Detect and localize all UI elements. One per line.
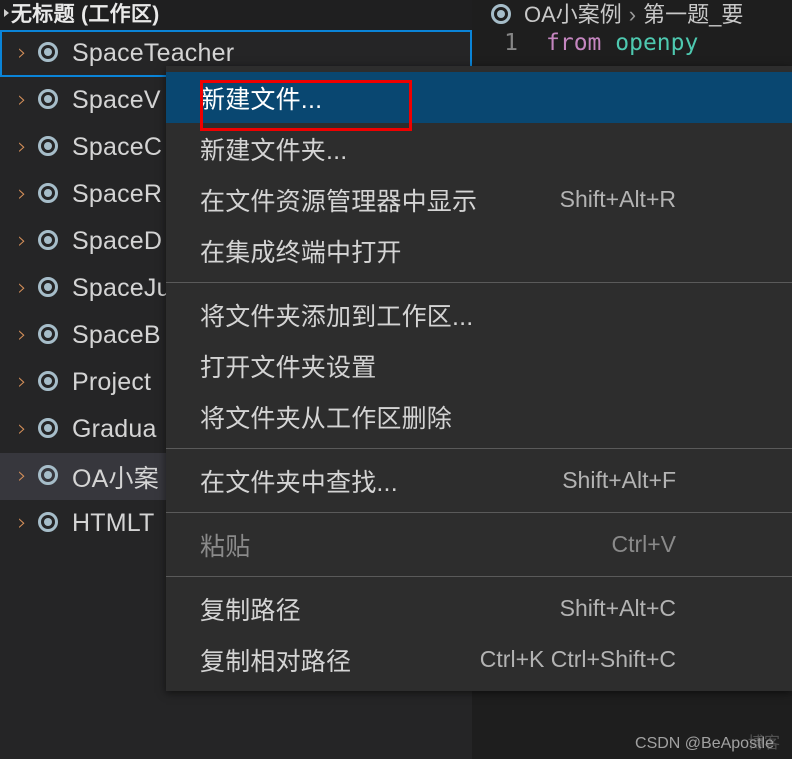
menu-item-label: 在文件资源管理器中显示: [200, 187, 478, 216]
tree-row-label: OA小案: [72, 464, 159, 493]
menu-item-shortcut: Shift+Alt+C: [559, 595, 676, 621]
code-token-module: openpy: [615, 30, 699, 56]
vscode-window: 无标题 (工作区) › SpaceTeacher › SpaceV › SpaceC › Sp…: [0, 0, 792, 759]
folder-context-menu[interactable]: 新建文件... 新建文件夹... 在文件资源管理器中显示 Shift+Alt+R 在集成…: [166, 66, 792, 691]
breadcrumb[interactable]: OA小案例 › 第一题_要: [472, 0, 743, 30]
tree-row-label: Gradua: [72, 415, 157, 443]
menu-item[interactable]: 将文件夹从工作区删除: [166, 391, 792, 442]
chevron-right-icon[interactable]: ›: [8, 89, 36, 112]
menu-item-label: 将文件夹从工作区删除: [200, 404, 453, 433]
menu-item: 粘贴 Ctrl+V: [166, 519, 792, 570]
folder-circle-icon: [36, 228, 64, 256]
code-editor-content[interactable]: 1 from openpy: [472, 30, 792, 62]
breadcrumb-root[interactable]: OA小案例: [524, 0, 622, 30]
menu-item-shortcut: Shift+Alt+F: [562, 467, 676, 493]
menu-item-shortcut: Ctrl+V: [611, 531, 676, 557]
menu-item-label: 粘贴: [200, 532, 251, 561]
code-token-keyword: from: [546, 30, 602, 56]
chevron-right-icon[interactable]: ›: [8, 183, 36, 206]
folder-circle-icon: [36, 416, 64, 444]
menu-item[interactable]: 将文件夹添加到工作区...: [166, 289, 792, 340]
line-number: 1: [504, 30, 518, 56]
folder-circle-icon: [36, 369, 64, 397]
menu-item[interactable]: 新建文件夹...: [166, 123, 792, 174]
menu-group: 复制路径 Shift+Alt+C 复制相对路径 Ctrl+K Ctrl+Shift+C: [166, 577, 792, 691]
menu-item-label: 复制相对路径: [200, 647, 352, 676]
tree-row-label: SpaceR: [72, 180, 163, 208]
tree-row-label: SpaceTeacher: [72, 39, 235, 67]
chevron-right-icon[interactable]: ›: [8, 42, 36, 65]
menu-item[interactable]: 复制相对路径 Ctrl+K Ctrl+Shift+C: [166, 634, 792, 685]
chevron-right-icon[interactable]: ›: [8, 418, 36, 441]
breadcrumb-leaf[interactable]: 第一题_要: [643, 0, 743, 30]
chevron-down-icon: [4, 9, 9, 18]
tree-row-label: HTMLT: [72, 509, 155, 537]
watermark: CSDN @BeApostle博客: [635, 729, 780, 753]
folder-circle-icon: [36, 87, 64, 115]
menu-item[interactable]: 在文件夹中查找... Shift+Alt+F: [166, 455, 792, 506]
menu-group: 在文件夹中查找... Shift+Alt+F: [166, 449, 792, 512]
menu-item-label: 新建文件夹...: [200, 136, 348, 165]
folder-circle-icon: [36, 463, 64, 491]
folder-circle-icon: [36, 181, 64, 209]
menu-item[interactable]: 新建文件...: [166, 72, 792, 123]
folder-circle-icon: [36, 322, 64, 350]
menu-item-label: 新建文件...: [200, 85, 323, 114]
menu-item[interactable]: 打开文件夹设置: [166, 340, 792, 391]
folder-circle-icon: [36, 134, 64, 162]
folder-circle-icon: [36, 40, 64, 68]
menu-item[interactable]: 复制路径 Shift+Alt+C: [166, 583, 792, 634]
folder-circle-icon: [490, 3, 514, 27]
tree-row-label: SpaceJu: [72, 274, 171, 302]
chevron-right-icon[interactable]: ›: [8, 324, 36, 347]
tree-row-label: SpaceV: [72, 86, 161, 114]
chevron-right-icon[interactable]: ›: [8, 230, 36, 253]
menu-item-label: 复制路径: [200, 596, 301, 625]
chevron-right-icon[interactable]: ›: [8, 512, 36, 535]
chevron-right-icon[interactable]: ›: [8, 371, 36, 394]
menu-item-shortcut: Ctrl+K Ctrl+Shift+C: [479, 646, 676, 672]
tree-row-label: Project: [72, 368, 152, 396]
breadcrumb-separator-icon: ›: [628, 2, 637, 27]
menu-group: 粘贴 Ctrl+V: [166, 513, 792, 576]
folder-circle-icon: [36, 275, 64, 303]
menu-item[interactable]: 在集成终端中打开: [166, 225, 792, 276]
menu-item-label: 打开文件夹设置: [200, 353, 377, 382]
chevron-right-icon[interactable]: ›: [8, 465, 36, 488]
tree-row-label: SpaceB: [72, 321, 161, 349]
menu-item[interactable]: 在文件资源管理器中显示 Shift+Alt+R: [166, 174, 792, 225]
chevron-right-icon[interactable]: ›: [8, 136, 36, 159]
menu-item-label: 在文件夹中查找...: [200, 468, 398, 497]
menu-item-shortcut: Shift+Alt+R: [559, 186, 676, 212]
watermark-ghost-text: 博客: [747, 735, 780, 752]
workspace-title-label: 无标题 (工作区): [11, 3, 160, 26]
menu-item-label: 将文件夹添加到工作区...: [200, 302, 474, 331]
menu-item-label: 在集成终端中打开: [200, 238, 402, 267]
menu-group: 新建文件... 新建文件夹... 在文件资源管理器中显示 Shift+Alt+R 在集成…: [166, 66, 792, 282]
folder-circle-icon: [36, 510, 64, 538]
chevron-right-icon[interactable]: ›: [8, 277, 36, 300]
tree-row-label: SpaceD: [72, 227, 163, 255]
tree-row-label: SpaceC: [72, 133, 163, 161]
menu-group: 将文件夹添加到工作区... 打开文件夹设置将文件夹从工作区删除: [166, 283, 792, 448]
workspace-title-row[interactable]: 无标题 (工作区): [0, 0, 472, 30]
